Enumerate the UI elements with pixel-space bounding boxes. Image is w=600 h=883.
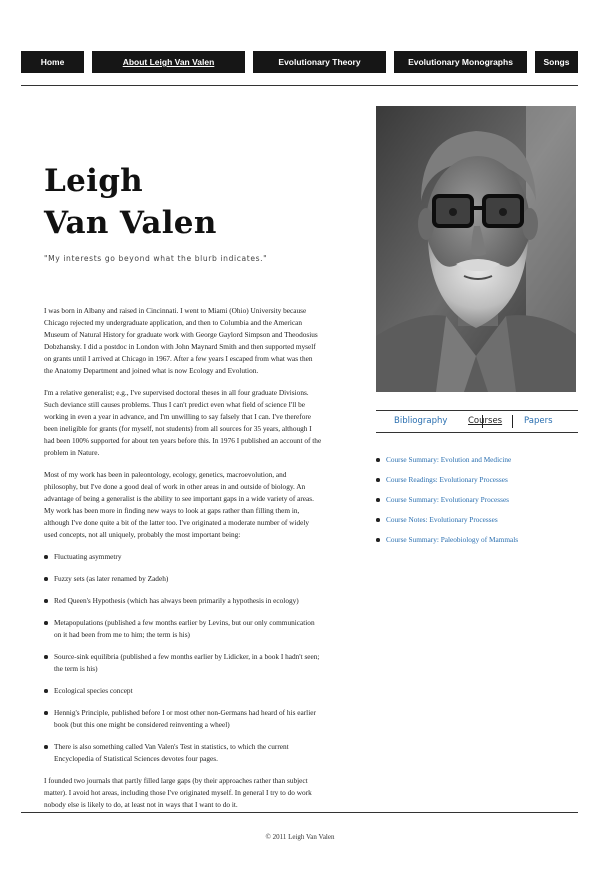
footer-divider	[21, 812, 578, 813]
nav-about-label: About Leigh Van Valen	[122, 57, 215, 67]
page-title: Leigh Van Valen	[44, 160, 217, 244]
nav-home[interactable]: Home	[21, 51, 84, 73]
concept-item: Fluctuating asymmetry	[44, 551, 322, 563]
nav-about[interactable]: About Leigh Van Valen	[92, 51, 245, 73]
concepts-list: Fluctuating asymmetry Fuzzy sets (as lat…	[44, 551, 322, 765]
course-link[interactable]: Course Notes: Evolutionary Processes	[376, 512, 578, 532]
concept-item: Fuzzy sets (as later renamed by Zadeh)	[44, 573, 322, 585]
tab-bibliography[interactable]: Bibliography	[394, 416, 447, 426]
nav-evolutionary-monographs[interactable]: Evolutionary Monographs	[394, 51, 527, 73]
portrait-photo	[376, 106, 576, 392]
nav-evolutionary-theory[interactable]: Evolutionary Theory	[253, 51, 386, 73]
resource-tabs: Bibliography Courses Papers	[376, 412, 578, 431]
tab-separator	[512, 415, 513, 428]
tagline: "My interests go beyond what the blurb i…	[44, 254, 268, 263]
nav-songs-label: Songs	[543, 57, 570, 67]
concept-item: Source-sink equilibria (published a few …	[44, 651, 322, 675]
bio-closing: I founded two journals that partly fille…	[44, 776, 312, 809]
tab-papers[interactable]: Papers	[524, 416, 553, 426]
concept-item: There is also something called Van Valen…	[44, 741, 322, 765]
bio-paragraph: Most of my work has been in paleontology…	[44, 470, 314, 539]
courses-list: Course Summary: Evolution and Medicine C…	[376, 452, 578, 552]
title-first-name: Leigh	[44, 163, 144, 199]
bio-content: I was born in Albany and raised in Cinci…	[44, 305, 322, 821]
nav-home-label: Home	[40, 57, 65, 67]
tabs-top-rule	[376, 410, 578, 411]
tab-courses[interactable]: Courses	[468, 416, 502, 426]
concept-item: Red Queen's Hypothesis (which has always…	[44, 595, 322, 607]
course-link[interactable]: Course Readings: Evolutionary Processes	[376, 472, 578, 492]
concept-item: Ecological species concept	[44, 685, 322, 697]
bio-paragraph: I was born in Albany and raised in Cinci…	[44, 306, 318, 375]
bio-paragraph: I'm a relative generalist; e.g., I've su…	[44, 388, 322, 457]
course-link[interactable]: Course Summary: Evolution and Medicine	[376, 452, 578, 472]
tabs-bottom-rule	[376, 432, 578, 433]
nav-evolutionary-theory-label: Evolutionary Theory	[278, 57, 361, 67]
header-divider	[21, 85, 578, 86]
title-last-name: Van Valen	[44, 205, 217, 241]
nav-songs[interactable]: Songs	[535, 51, 578, 73]
footer-copyright: © 2011 Leigh Van Valen	[265, 833, 335, 841]
course-link[interactable]: Course Summary: Evolutionary Processes	[376, 492, 578, 512]
main-nav: Home About Leigh Van Valen Evolutionary …	[21, 51, 578, 73]
course-link[interactable]: Course Summary: Paleobiology of Mammals	[376, 532, 578, 552]
concept-item: Metapopulations (published a few months …	[44, 617, 322, 641]
nav-evolutionary-monographs-label: Evolutionary Monographs	[408, 57, 513, 67]
concept-item: Hennig's Principle, published before I o…	[44, 707, 322, 731]
